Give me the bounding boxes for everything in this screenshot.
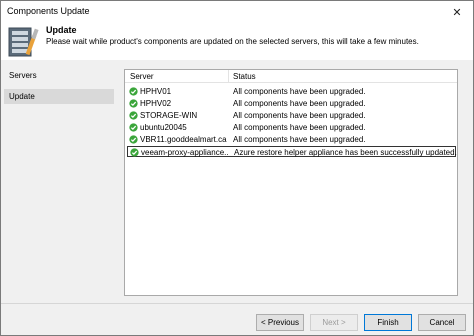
success-check-icon: [130, 148, 139, 157]
status-text: Azure restore helper appliance has been …: [234, 148, 457, 157]
table-header: Server Status: [125, 70, 457, 83]
title-bar: Components Update ✕: [1, 1, 473, 23]
finish-button[interactable]: Finish: [364, 314, 412, 331]
main-panel: Server Status HPHV01 All components have…: [117, 60, 473, 303]
success-check-icon: [129, 87, 138, 96]
sidebar-item-servers[interactable]: Servers: [4, 68, 114, 83]
status-text: All components have been upgraded.: [233, 87, 366, 96]
status-text: All components have been upgraded.: [233, 99, 366, 108]
column-divider[interactable]: [228, 70, 229, 83]
success-check-icon: [129, 99, 138, 108]
server-name: HPHV02: [140, 99, 172, 108]
server-name: HPHV01: [140, 87, 172, 96]
status-text: All components have been upgraded.: [233, 135, 366, 144]
next-button[interactable]: Next >: [310, 314, 358, 331]
server-name: ubuntu20045: [140, 123, 187, 132]
status-text: All components have been upgraded.: [233, 123, 366, 132]
page-description: Please wait while product's components a…: [46, 37, 419, 46]
table-row[interactable]: STORAGE-WIN All components have been upg…: [127, 110, 456, 121]
server-tools-icon: [8, 27, 39, 57]
server-name: VBR11.gooddealmart.ca: [140, 135, 227, 144]
wizard-footer: < Previous Next > Finish Cancel: [1, 304, 473, 335]
table-row[interactable]: HPHV01 All components have been upgraded…: [127, 86, 456, 97]
table-row[interactable]: HPHV02 All components have been upgraded…: [127, 98, 456, 109]
table-row[interactable]: ubuntu20045 All components have been upg…: [127, 122, 456, 133]
success-check-icon: [129, 135, 138, 144]
success-check-icon: [129, 123, 138, 132]
wizard-header: Update Please wait while product's compo…: [1, 23, 473, 82]
wizard-sidebar: Servers Update: [1, 60, 117, 303]
cancel-button[interactable]: Cancel: [418, 314, 466, 331]
components-update-window: Components Update ✕ Update Please wait w…: [0, 0, 474, 336]
server-name: STORAGE-WIN: [140, 111, 198, 120]
success-check-icon: [129, 111, 138, 120]
table-row-selected[interactable]: veeam-proxy-appliance... Azure restore h…: [127, 146, 457, 157]
column-header-status[interactable]: Status: [233, 72, 256, 81]
column-header-server[interactable]: Server: [130, 72, 154, 81]
servers-status-table[interactable]: Server Status HPHV01 All components have…: [124, 69, 458, 296]
table-row[interactable]: VBR11.gooddealmart.ca All components hav…: [127, 134, 456, 145]
page-title: Update: [46, 25, 77, 35]
close-button[interactable]: ✕: [441, 1, 473, 23]
close-icon: ✕: [452, 6, 462, 19]
window-title: Components Update: [7, 6, 90, 16]
server-name: veeam-proxy-appliance...: [141, 148, 229, 157]
status-text: All components have been upgraded.: [233, 111, 366, 120]
previous-button[interactable]: < Previous: [256, 314, 304, 331]
sidebar-item-update[interactable]: Update: [4, 89, 114, 104]
